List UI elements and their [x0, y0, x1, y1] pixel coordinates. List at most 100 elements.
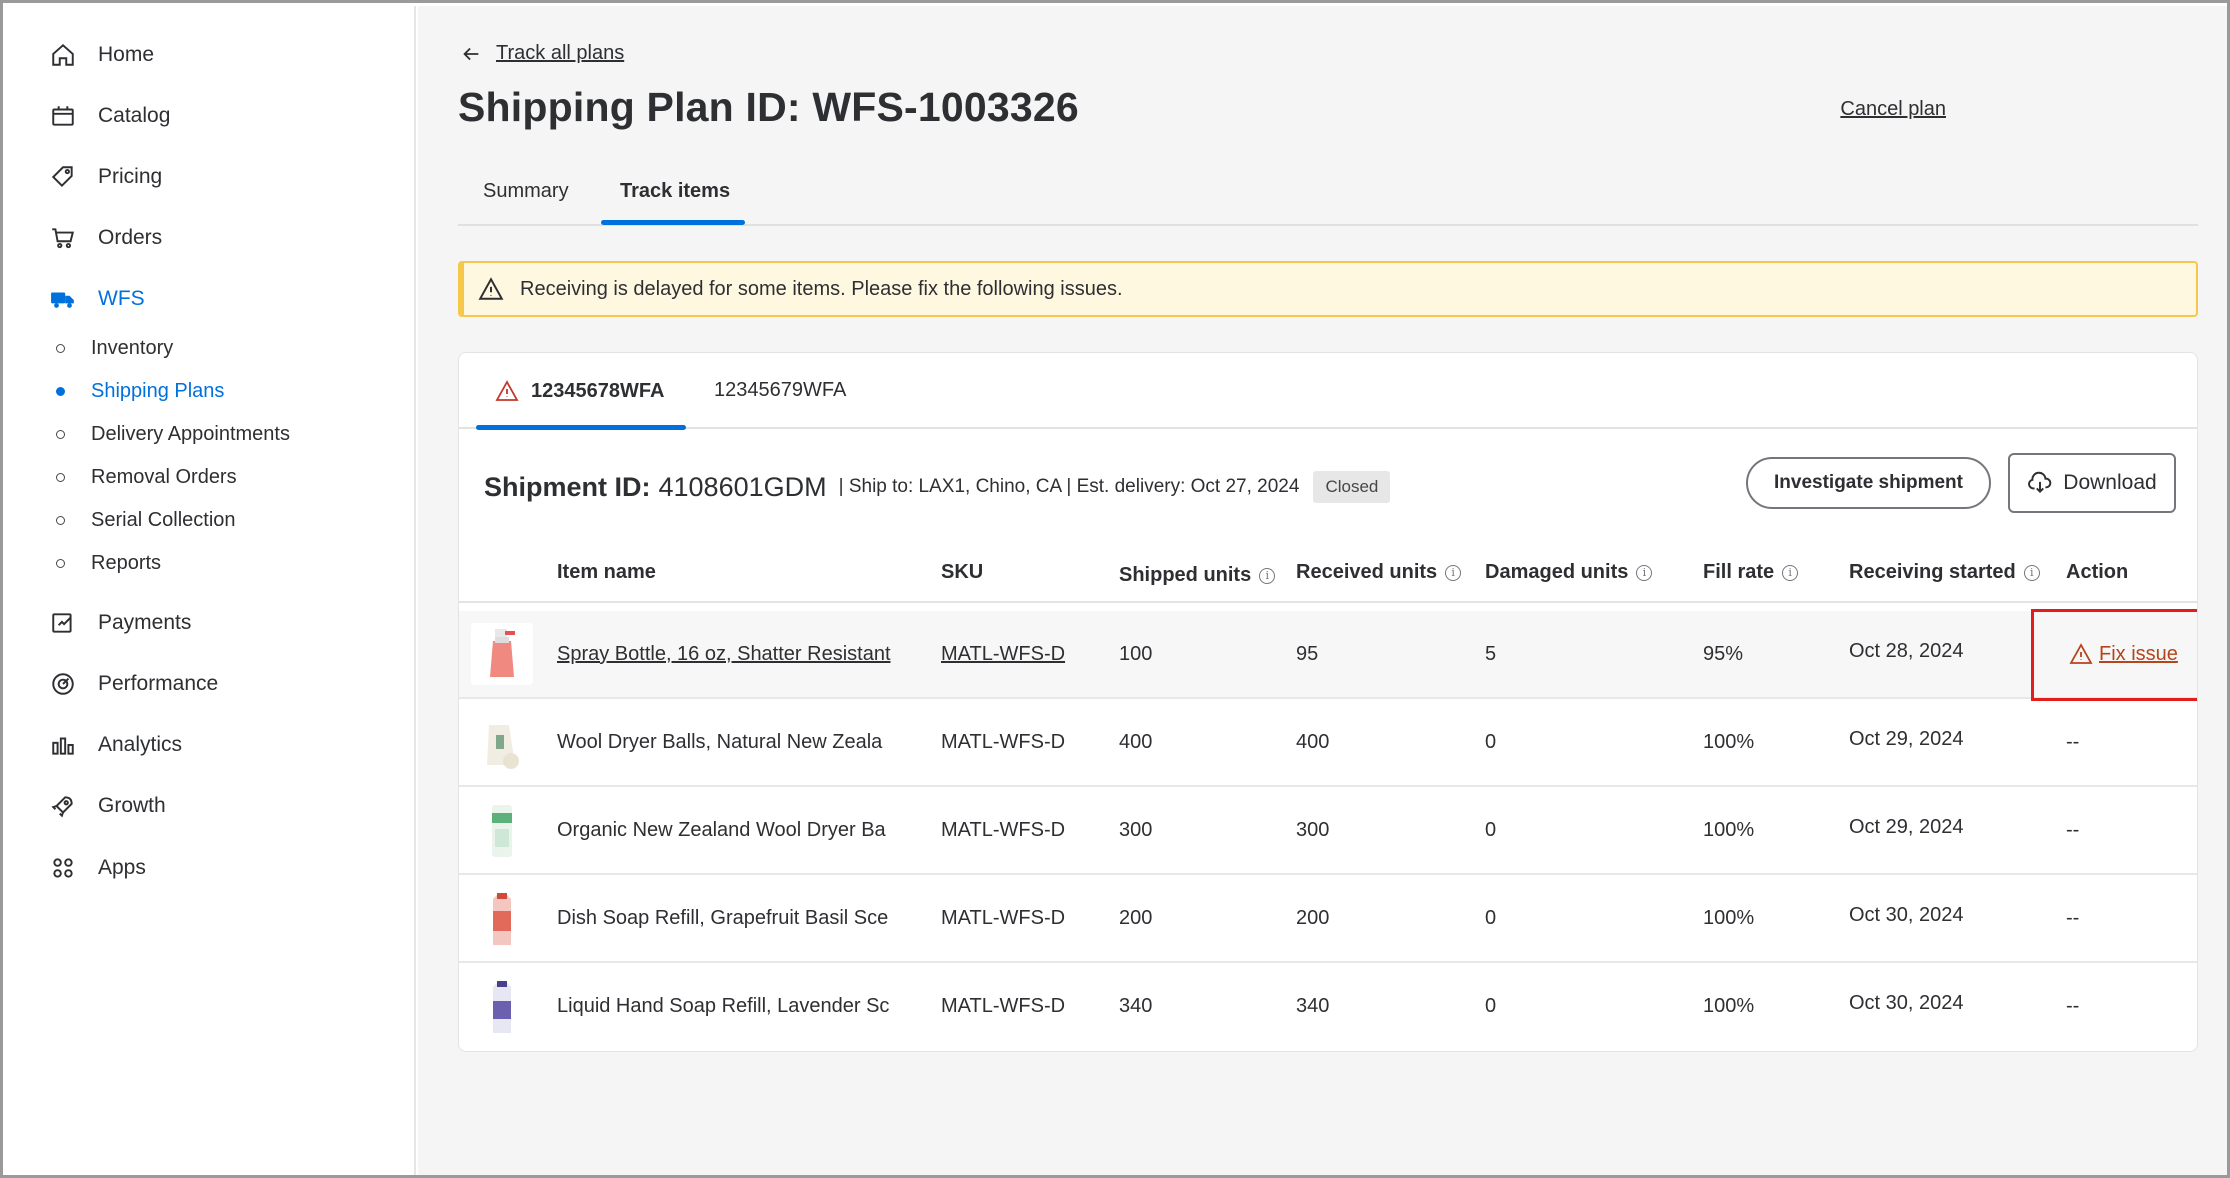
action-empty: --: [2066, 907, 2080, 929]
column-header-label: Shipped units: [1119, 564, 1252, 586]
sidebar-item-payments[interactable]: Payments: [50, 603, 191, 643]
sidebar-subitem-removal-orders[interactable]: Removal Orders: [56, 460, 237, 494]
cloud-download-icon: [2028, 471, 2052, 494]
sidebar-item-performance[interactable]: Performance: [50, 664, 218, 704]
column-header-receiving-started: Receiving started i: [1849, 561, 2040, 584]
sku: MATL-WFS-D: [941, 819, 1066, 841]
performance-icon: [52, 673, 74, 695]
warning-message: Receiving is delayed for some items. Ple…: [520, 277, 1123, 300]
table-row: Wool Dryer Balls, Natural New Zeala MATL…: [459, 699, 2197, 787]
column-header-label: Fill rate: [1703, 561, 1775, 583]
tab-shipment-2[interactable]: 12345679WFA: [714, 379, 846, 402]
active-tab-indicator: [601, 220, 745, 225]
shipped-units: 300: [1119, 819, 1153, 841]
column-header-sku: SKU: [941, 561, 983, 584]
sidebar-subitem-label: Serial Collection: [91, 508, 236, 531]
column-header-received: Received units i: [1296, 561, 1462, 584]
sidebar-item-label: Growth: [98, 794, 166, 817]
catalog-icon: [52, 106, 74, 126]
shipment-id-label: Shipment ID:: [484, 471, 651, 502]
fix-issue-link[interactable]: Fix issue: [2069, 642, 2178, 666]
info-icon[interactable]: i: [1636, 564, 1653, 581]
shipped-units: 400: [1119, 731, 1153, 753]
damaged-units: 5: [1485, 643, 1497, 665]
sidebar-subitem-inventory[interactable]: Inventory: [56, 331, 173, 365]
tab-track-items[interactable]: Track items: [620, 180, 730, 203]
column-header-label: Action: [2066, 561, 2129, 583]
column-header-fill-rate: Fill rate i: [1703, 561, 1799, 584]
sidebar-item-label: Analytics: [98, 733, 183, 756]
item-name: Organic New Zealand Wool Dryer Ba: [557, 819, 886, 841]
sidebar-item-catalog[interactable]: Catalog: [50, 96, 170, 136]
sidebar-item-label: Catalog: [98, 104, 171, 127]
sku: MATL-WFS-D: [941, 907, 1066, 929]
download-button[interactable]: Download: [2008, 453, 2176, 513]
arrow-left-icon: [463, 47, 479, 60]
back-link-label: Track all plans: [496, 42, 625, 64]
product-image-organic-wool-dryer-balls: [471, 799, 533, 861]
sidebar-item-label: Home: [98, 43, 155, 66]
bullet-icon: [56, 343, 65, 353]
table-row: Organic New Zealand Wool Dryer Ba MATL-W…: [459, 787, 2197, 875]
apps-icon: [53, 858, 73, 878]
rocket-icon: [51, 796, 73, 818]
warning-banner: Receiving is delayed for some items. Ple…: [458, 261, 2198, 317]
back-link[interactable]: Track all plans: [460, 42, 624, 65]
table-row: Spray Bottle, 16 oz, Shatter Resistant M…: [459, 611, 2197, 699]
received-units: 340: [1296, 995, 1330, 1017]
action-empty: --: [2066, 731, 2080, 753]
bullet-icon: [56, 386, 65, 396]
tab-summary[interactable]: Summary: [483, 180, 569, 203]
cancel-plan-link[interactable]: Cancel plan: [1840, 98, 1946, 121]
fix-issue-label: Fix issue: [2099, 642, 2178, 665]
truck-icon: [51, 292, 74, 308]
price-tag-icon: [51, 166, 73, 188]
sidebar-item-orders[interactable]: Orders: [50, 218, 162, 258]
tab-shipment-1[interactable]: 12345678WFA: [495, 379, 664, 403]
receiving-started: Oct 30, 2024: [1849, 992, 1964, 1014]
item-name: Wool Dryer Balls, Natural New Zeala: [557, 731, 883, 753]
sidebar-subitem-reports[interactable]: Reports: [56, 546, 161, 580]
column-header-label: Item name: [557, 561, 656, 583]
product-image-spray-bottle: [471, 623, 533, 685]
info-icon[interactable]: i: [1782, 564, 1799, 581]
receiving-started: Oct 30, 2024: [1849, 904, 1964, 926]
info-icon[interactable]: i: [2023, 564, 2040, 581]
sku-link[interactable]: MATL-WFS-D: [941, 643, 1071, 666]
payments-icon: [52, 613, 72, 633]
sidebar-item-growth[interactable]: Growth: [50, 786, 166, 826]
fill-rate: 100%: [1703, 731, 1755, 753]
product-image-hand-soap-refill: [471, 975, 533, 1037]
sidebar-subitem-shipping-plans[interactable]: Shipping Plans: [56, 374, 224, 408]
sidebar-subitem-delivery-appointments[interactable]: Delivery Appointments: [56, 417, 290, 451]
sidebar-item-wfs[interactable]: WFS: [50, 279, 145, 319]
sidebar-item-analytics[interactable]: Analytics: [50, 725, 182, 765]
damaged-units: 0: [1485, 731, 1497, 753]
app-window: Home Catalog Pricing Orders WFS Inventor…: [0, 0, 2230, 1178]
investigate-shipment-button[interactable]: Investigate shipment: [1746, 457, 1991, 509]
item-name-link[interactable]: Spray Bottle, 16 oz, Shatter Resistant: [557, 643, 895, 666]
sidebar-item-apps[interactable]: Apps: [50, 848, 146, 888]
sidebar-item-label: WFS: [98, 287, 145, 310]
shipment-info: Shipment ID: 4108601GDM | Ship to: LAX1,…: [484, 471, 1391, 503]
fill-rate: 100%: [1703, 819, 1755, 841]
info-icon[interactable]: i: [1259, 567, 1276, 584]
sidebar-item-label: Orders: [98, 226, 163, 249]
sidebar-subitem-label: Delivery Appointments: [91, 422, 290, 445]
damaged-units: 0: [1485, 907, 1497, 929]
info-icon[interactable]: i: [1445, 564, 1462, 581]
sidebar-item-pricing[interactable]: Pricing: [50, 157, 162, 197]
sidebar-subitem-serial-collection[interactable]: Serial Collection: [56, 503, 236, 537]
sidebar-item-home[interactable]: Home: [50, 35, 154, 75]
sidebar-item-label: Payments: [98, 611, 192, 634]
received-units: 95: [1296, 643, 1319, 665]
receiving-started: Oct 28, 2024: [1849, 640, 1964, 662]
sidebar-item-label: Apps: [98, 856, 146, 879]
received-units: 300: [1296, 819, 1330, 841]
item-name: Dish Soap Refill, Grapefruit Basil Sce: [557, 907, 889, 929]
sidebar: Home Catalog Pricing Orders WFS Inventor…: [6, 6, 416, 1175]
column-header-action: Action: [2066, 561, 2128, 584]
shipped-units: 200: [1119, 907, 1153, 929]
shipment-id-value: 4108601GDM: [658, 471, 827, 502]
analytics-icon: [52, 737, 74, 755]
